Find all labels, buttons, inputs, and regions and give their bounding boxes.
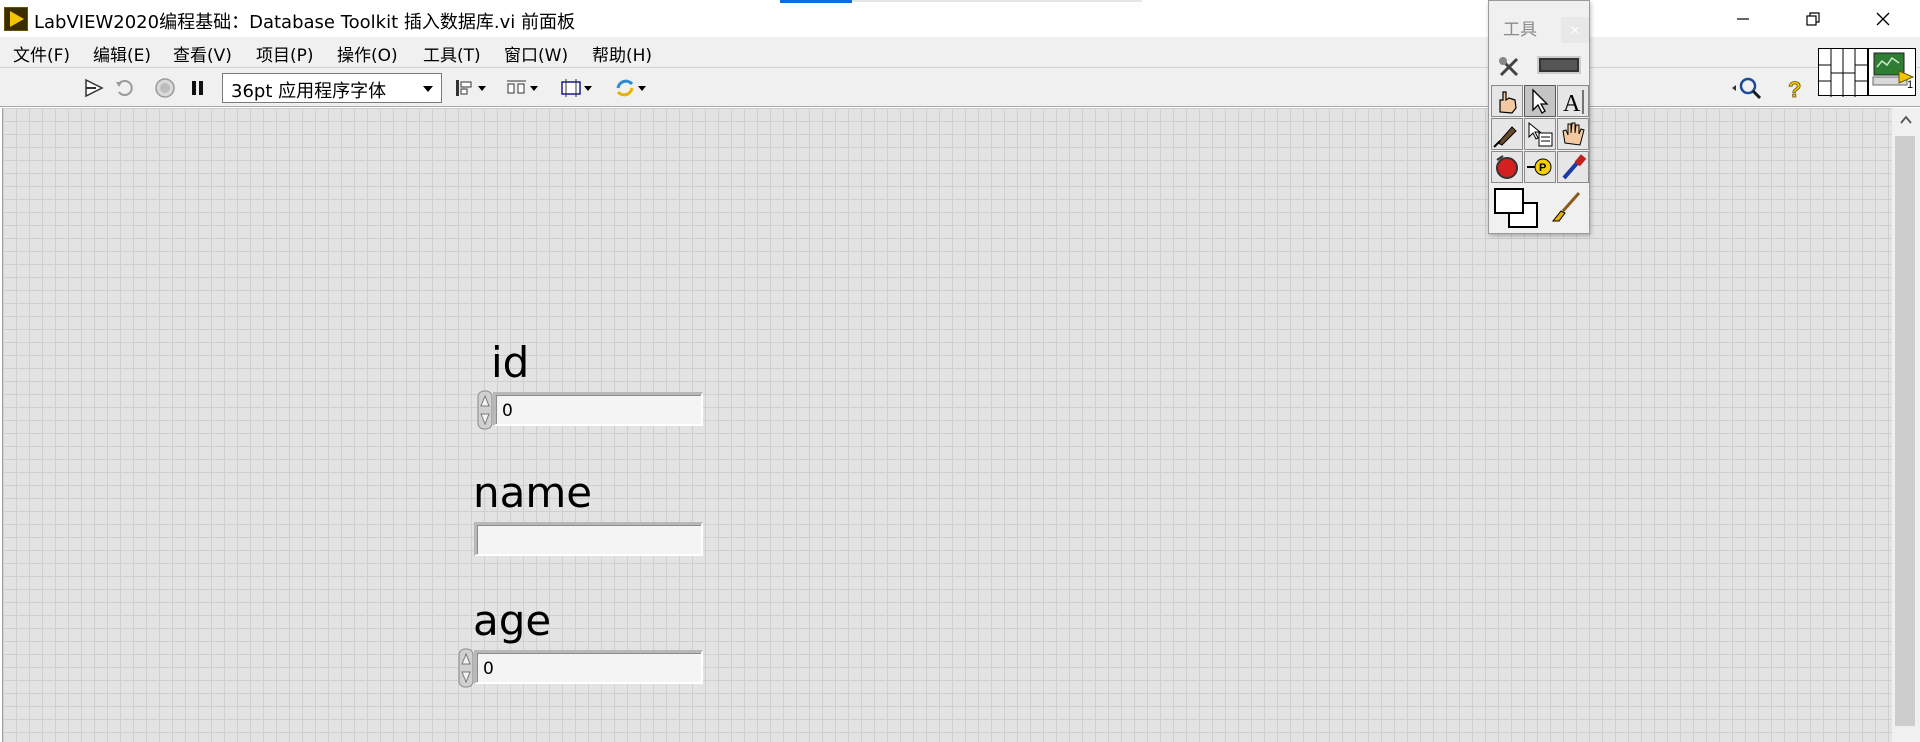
restore-button[interactable] [1778,0,1848,37]
resize-objects-icon[interactable] [560,76,596,100]
breakpoint-icon[interactable] [1491,151,1523,183]
minimize-icon [1737,17,1749,20]
tools-palette-title: 工具 [1503,20,1537,40]
reorder-icon[interactable] [614,76,650,100]
distribute-objects-icon[interactable] [506,76,542,100]
svg-text:P: P [1539,162,1546,174]
control-label-age[interactable]: age [473,600,551,642]
menu-help[interactable]: 帮助(H) [592,41,652,66]
menu-view[interactable]: 查看(V) [173,41,232,66]
set-color-icon[interactable] [1491,185,1543,231]
increment-decrement-icon[interactable] [458,648,474,688]
get-color-icon[interactable] [1557,151,1589,183]
control-label-name[interactable]: name [473,472,592,514]
increment-decrement-icon[interactable] [477,390,493,430]
shortcut-menu-icon[interactable] [1524,118,1556,150]
menu-operate[interactable]: 操作(O) [337,41,398,66]
connect-wire-icon[interactable] [1491,118,1523,150]
id-numeric-field[interactable]: 0 [493,392,703,426]
connector-pane[interactable] [1818,48,1869,97]
front-panel-canvas[interactable]: id 0 name age 0 [2,108,1892,742]
age-numeric-field[interactable]: 0 [474,650,703,684]
svg-text:?: ? [1788,77,1801,100]
position-select-icon[interactable] [1524,85,1556,117]
menu-file[interactable]: 文件(F) [13,41,70,66]
menu-edit[interactable]: 编辑(E) [93,41,151,66]
vertical-scrollbar[interactable] [1892,108,1920,742]
toolbar: 36pt 应用程序字体 ? [0,68,1920,107]
search-icon[interactable] [1730,76,1764,100]
tools-palette: 工具 × A P [1488,0,1590,234]
minimize-button[interactable] [1708,0,1778,37]
scroll-window-icon[interactable] [1557,118,1589,150]
close-icon [1876,12,1890,25]
abort-icon[interactable] [152,76,178,100]
vi-icon[interactable]: 1 [1868,48,1916,96]
menu-tools[interactable]: 工具(T) [423,41,481,66]
align-objects-icon[interactable] [454,76,490,100]
chevron-up-icon[interactable] [1900,114,1912,126]
chevron-down-icon [423,86,433,92]
taskbar-accent [780,0,852,3]
close-button[interactable] [1848,0,1918,37]
close-icon: × [1569,23,1581,37]
run-continuously-icon[interactable] [113,76,139,100]
labview-vi-icon[interactable] [4,7,28,31]
auto-tool-icon[interactable] [1493,51,1525,83]
pause-icon[interactable] [185,76,211,100]
paintbrush-icon[interactable] [1551,191,1583,223]
restore-icon [1806,11,1820,26]
run-arrow-icon[interactable] [82,76,108,100]
text-settings-select[interactable]: 36pt 应用程序字体 [222,73,442,103]
scrollbar-thumb[interactable] [1895,136,1915,726]
operate-value-icon[interactable] [1491,85,1523,117]
help-icon[interactable]: ? [1782,76,1808,103]
probe-icon[interactable]: P [1524,151,1556,183]
automatic-selection-indicator [1537,56,1581,74]
text-settings-value: 36pt 应用程序字体 [231,81,387,102]
title-bar: LabVIEW2020编程基础：Database Toolkit 插入数据库.v… [0,0,1920,37]
tools-palette-close-button[interactable]: × [1561,17,1589,43]
name-string-field[interactable] [474,522,703,556]
edit-text-icon[interactable]: A [1557,85,1589,117]
control-label-id[interactable]: id [491,342,529,384]
menu-window[interactable]: 窗口(W) [504,41,568,66]
menu-project[interactable]: 项目(P) [256,41,314,66]
svg-text:A: A [1563,91,1581,116]
window-title: LabVIEW2020编程基础：Database Toolkit 插入数据库.v… [34,12,575,33]
vi-icon-number: 1 [1907,79,1914,91]
taskbar-accent-track [852,0,1142,2]
menu-bar: 文件(F) 编辑(E) 查看(V) 项目(P) 操作(O) 工具(T) 窗口(W… [0,37,1920,68]
